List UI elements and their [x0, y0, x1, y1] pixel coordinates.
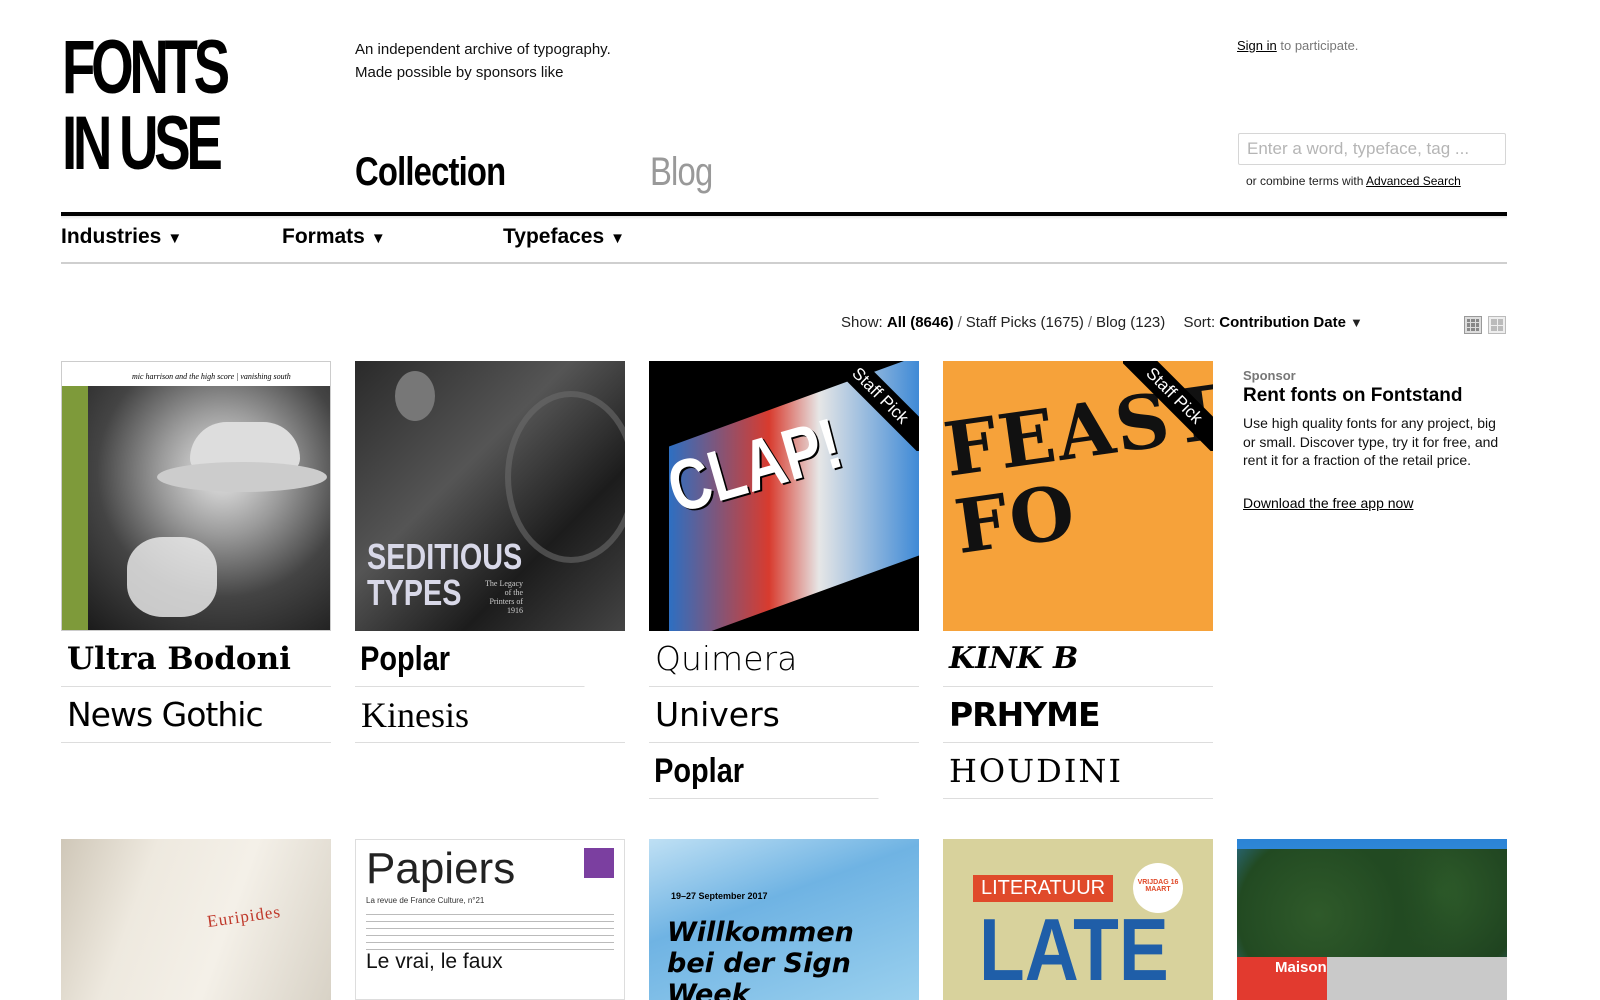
use-card-2[interactable]: SEDITIOUS TYPES The Legacy of the Printe… — [355, 361, 625, 743]
font-link-univers[interactable]: Univers — [649, 687, 919, 743]
card-thumbnail[interactable]: mic harrison and the high score | vanish… — [61, 361, 331, 631]
thumb-title: Euripides — [205, 901, 283, 932]
advanced-search-link[interactable]: Advanced Search — [1366, 174, 1461, 188]
card-thumbnail[interactable]: CLAP! Staff Pick — [649, 361, 919, 631]
font-link-kink-b[interactable]: KINK B — [943, 631, 1213, 687]
nav-formats[interactable]: Formats ▼ — [282, 225, 386, 249]
dropdown-arrow-icon: ▼ — [167, 230, 183, 247]
nav-shadow — [61, 216, 1507, 220]
font-link-poplar[interactable]: Poplar — [355, 631, 585, 687]
search-input[interactable] — [1238, 133, 1506, 165]
font-link-poplar[interactable]: Poplar — [649, 743, 879, 799]
thumb-subtitle: 19–27 September 2017 — [671, 891, 768, 901]
tab-collection[interactable]: Collection — [355, 150, 506, 195]
show-label: Show: — [841, 314, 883, 331]
sponsor-link[interactable]: Download the free app now — [1243, 495, 1413, 511]
font-link-quimera[interactable]: Quimera — [649, 631, 919, 687]
radio-logo-icon — [584, 848, 614, 878]
nav-typefaces[interactable]: Typefaces ▼ — [503, 225, 625, 249]
font-link-prhyme[interactable]: PRHYME — [943, 687, 1213, 743]
font-link-ultra-bodoni[interactable]: Ultra Bodoni — [61, 631, 331, 687]
font-link-kinesis[interactable]: Kinesis — [355, 687, 625, 743]
nav-divider — [61, 262, 1507, 264]
use-card-1[interactable]: mic harrison and the high score | vanish… — [61, 361, 331, 743]
thumb-subtitle: La revue de France Culture, n°21 — [366, 896, 485, 905]
staff-pick-badge: Staff Pick — [829, 361, 919, 451]
grid-view-large-icon[interactable] — [1464, 316, 1482, 334]
thumb-subtitle-2: Le vrai, le faux — [366, 950, 503, 973]
signin-text: to participate. — [1280, 38, 1359, 53]
advanced-search-text: or combine terms with — [1246, 174, 1364, 188]
thumb-title: Willkommen bei der Sign Week — [667, 917, 854, 1000]
thumb-title: Maison — [1275, 959, 1327, 976]
logo-line-2: IN USE — [62, 101, 223, 186]
tagline-line-2: Made possible by sponsors like — [355, 64, 564, 81]
advanced-search-hint: or combine terms with Advanced Search — [1246, 174, 1461, 188]
use-card-3[interactable]: CLAP! Staff Pick Quimera Univers Poplar — [649, 361, 919, 799]
sort-dropdown[interactable]: Contribution Date — [1219, 314, 1346, 331]
use-card-6-thumbnail[interactable]: Papiers La revue de France Culture, n°21… — [355, 839, 625, 1000]
grid-view-small-icon[interactable] — [1488, 316, 1506, 334]
logo-line-1: FONTS — [62, 25, 230, 110]
card-thumbnail[interactable]: SEDITIOUS TYPES The Legacy of the Printe… — [355, 361, 625, 631]
nav-industries[interactable]: Industries ▼ — [61, 225, 182, 249]
nav-typefaces-label: Typefaces — [503, 225, 605, 248]
filter-bar: Show: All (8646) / Staff Picks (1675) / Blog… — [841, 314, 1363, 331]
dropdown-arrow-icon: ▼ — [370, 230, 386, 247]
use-card-9-thumbnail[interactable]: Maison — [1237, 839, 1507, 1000]
nav-formats-label: Formats — [282, 225, 365, 248]
tagline-line-1: An independent archive of typography. — [355, 41, 611, 58]
thumb-caption: mic harrison and the high score | vanish… — [132, 372, 291, 381]
use-card-8-thumbnail[interactable]: LITERATUUR VRIJDAG 16 MAART LATE — [943, 839, 1213, 1000]
thumb-title: LATE — [979, 900, 1169, 999]
thumb-subtitle: LITERATUUR — [973, 875, 1114, 902]
sort-label: Sort: — [1183, 314, 1216, 331]
nav-industries-label: Industries — [61, 225, 162, 248]
filter-blog[interactable]: Blog (123) — [1096, 314, 1165, 331]
thumb-title: SEDITIOUS TYPES — [367, 536, 523, 613]
tab-blog[interactable]: Blog — [650, 150, 713, 195]
signin-prompt: Sign in to participate. — [1237, 38, 1358, 53]
signin-link[interactable]: Sign in — [1237, 38, 1277, 53]
thumb-title: Papiers — [366, 844, 516, 893]
sort-arrow-icon: ▼ — [1349, 315, 1363, 330]
site-logo[interactable]: FONTS IN USE — [62, 25, 230, 186]
thumb-subtitle: The Legacy of the Printers of 1916 — [485, 579, 523, 615]
sponsor-body: Use high quality fonts for any project, … — [1243, 415, 1499, 468]
card-thumbnail[interactable]: FEAST FO Staff Pick — [943, 361, 1213, 631]
sponsor-label: Sponsor — [1243, 368, 1296, 383]
dropdown-arrow-icon: ▼ — [610, 230, 626, 247]
sponsor-title[interactable]: Rent fonts on Fontstand — [1243, 385, 1463, 407]
filter-all[interactable]: All (8646) — [887, 314, 954, 331]
separator: / — [957, 314, 962, 331]
tagline: An independent archive of typography. Ma… — [355, 38, 611, 84]
separator: / — [1087, 314, 1093, 331]
use-card-7-thumbnail[interactable]: 19–27 September 2017 Willkommen bei der … — [649, 839, 919, 1000]
filter-staff-picks[interactable]: Staff Picks (1675) — [966, 314, 1084, 331]
font-link-news-gothic[interactable]: News Gothic — [61, 687, 331, 743]
use-card-5-thumbnail[interactable]: Euripides — [61, 839, 331, 1000]
staff-pick-badge: Staff Pick — [1123, 361, 1213, 451]
font-link-houdini[interactable]: HOUDINI — [943, 743, 1213, 799]
use-card-4[interactable]: FEAST FO Staff Pick KINK B PRHYME HOUDIN… — [943, 361, 1213, 799]
